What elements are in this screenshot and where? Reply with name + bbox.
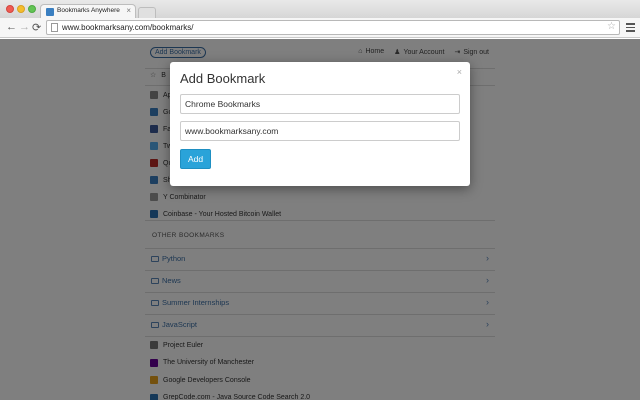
- add-button[interactable]: Add: [180, 149, 211, 169]
- browser-tab[interactable]: Bookmarks Anywhere ×: [40, 4, 136, 18]
- browser-titlebar: Bookmarks Anywhere ×: [0, 0, 640, 18]
- back-arrow-icon[interactable]: ←: [6, 21, 17, 33]
- page-icon: [51, 23, 58, 32]
- browser-toolbar: ← → ⟳ www.bookmarksany.com/bookmarks/ ☆: [0, 18, 640, 38]
- close-icon[interactable]: ×: [457, 67, 462, 77]
- bookmark-favicon-icon: [46, 8, 54, 16]
- add-bookmark-dialog: Add Bookmark × Add: [170, 62, 470, 186]
- new-tab-button[interactable]: [138, 7, 156, 18]
- tab-title: Bookmarks Anywhere: [57, 7, 120, 14]
- bookmark-name-input[interactable]: [180, 94, 460, 114]
- maximize-window-button[interactable]: [28, 5, 36, 13]
- tab-close-icon[interactable]: ×: [126, 6, 131, 15]
- reload-icon[interactable]: ⟳: [32, 21, 41, 34]
- forward-arrow-icon[interactable]: →: [19, 21, 30, 33]
- dialog-title: Add Bookmark: [180, 71, 266, 86]
- bookmark-url-input[interactable]: [180, 121, 460, 141]
- close-window-button[interactable]: [6, 5, 14, 13]
- address-bar[interactable]: www.bookmarksany.com/bookmarks/ ☆: [46, 20, 620, 35]
- address-url[interactable]: www.bookmarksany.com/bookmarks/: [62, 23, 193, 32]
- bookmark-star-icon[interactable]: ☆: [607, 21, 616, 32]
- hamburger-menu-icon[interactable]: [626, 23, 635, 32]
- minimize-window-button[interactable]: [17, 5, 25, 13]
